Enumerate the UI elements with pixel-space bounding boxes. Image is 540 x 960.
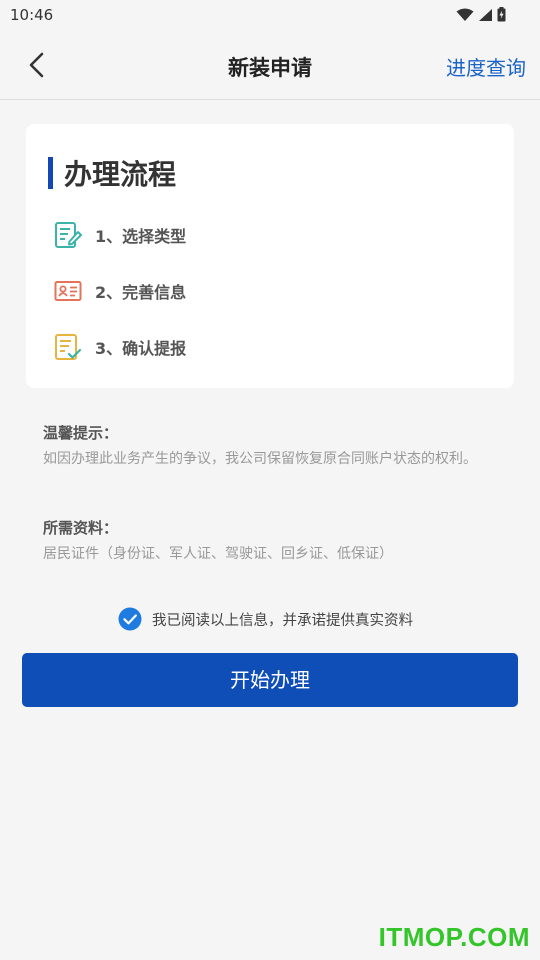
title-accent-bar: [48, 157, 53, 189]
battery-icon: [497, 7, 506, 22]
notice-title: 温馨提示：: [43, 424, 119, 442]
notice-text: 如因办理此业务产生的争议，我公司保留恢复原合同账户状态的权利。: [43, 451, 477, 467]
signal-icon: [479, 8, 492, 21]
checkbox-checked-icon[interactable]: [118, 607, 142, 631]
status-bar: 10:46: [0, 0, 540, 32]
materials-text: 居民证件（身份证、军人证、驾驶证、回乡证、低保证）: [43, 546, 393, 562]
progress-query-link[interactable]: 进度查询: [446, 52, 526, 81]
materials-title: 所需资料：: [43, 519, 119, 537]
id-card-icon: [54, 281, 82, 301]
card-title-wrap: 办理流程: [48, 156, 177, 191]
card-title: 办理流程: [64, 158, 177, 191]
process-card: 办理流程 1、选择类型 2、完善信息 3、确认提报: [26, 124, 514, 388]
app-header: 新装申请 进度查询: [0, 32, 540, 100]
step-item: 1、选择类型: [54, 221, 186, 249]
status-time: 10:46: [10, 6, 54, 24]
step-label: 1、选择类型: [95, 227, 187, 246]
status-icons: [456, 7, 506, 22]
step-item: 3、确认提报: [54, 333, 186, 361]
start-button[interactable]: 开始办理: [22, 653, 518, 707]
step-label: 3、确认提报: [95, 339, 187, 358]
step-item: 2、完善信息: [54, 277, 186, 305]
document-check-icon: [55, 334, 82, 360]
agreement-text: 我已阅读以上信息，并承诺提供真实资料: [152, 612, 413, 629]
agreement-row: 我已阅读以上信息，并承诺提供真实资料: [118, 607, 413, 631]
wifi-icon: [456, 8, 474, 21]
edit-form-icon: [55, 222, 82, 248]
step-label: 2、完善信息: [95, 283, 187, 302]
watermark-logo: ITMOP.COM: [378, 922, 530, 952]
